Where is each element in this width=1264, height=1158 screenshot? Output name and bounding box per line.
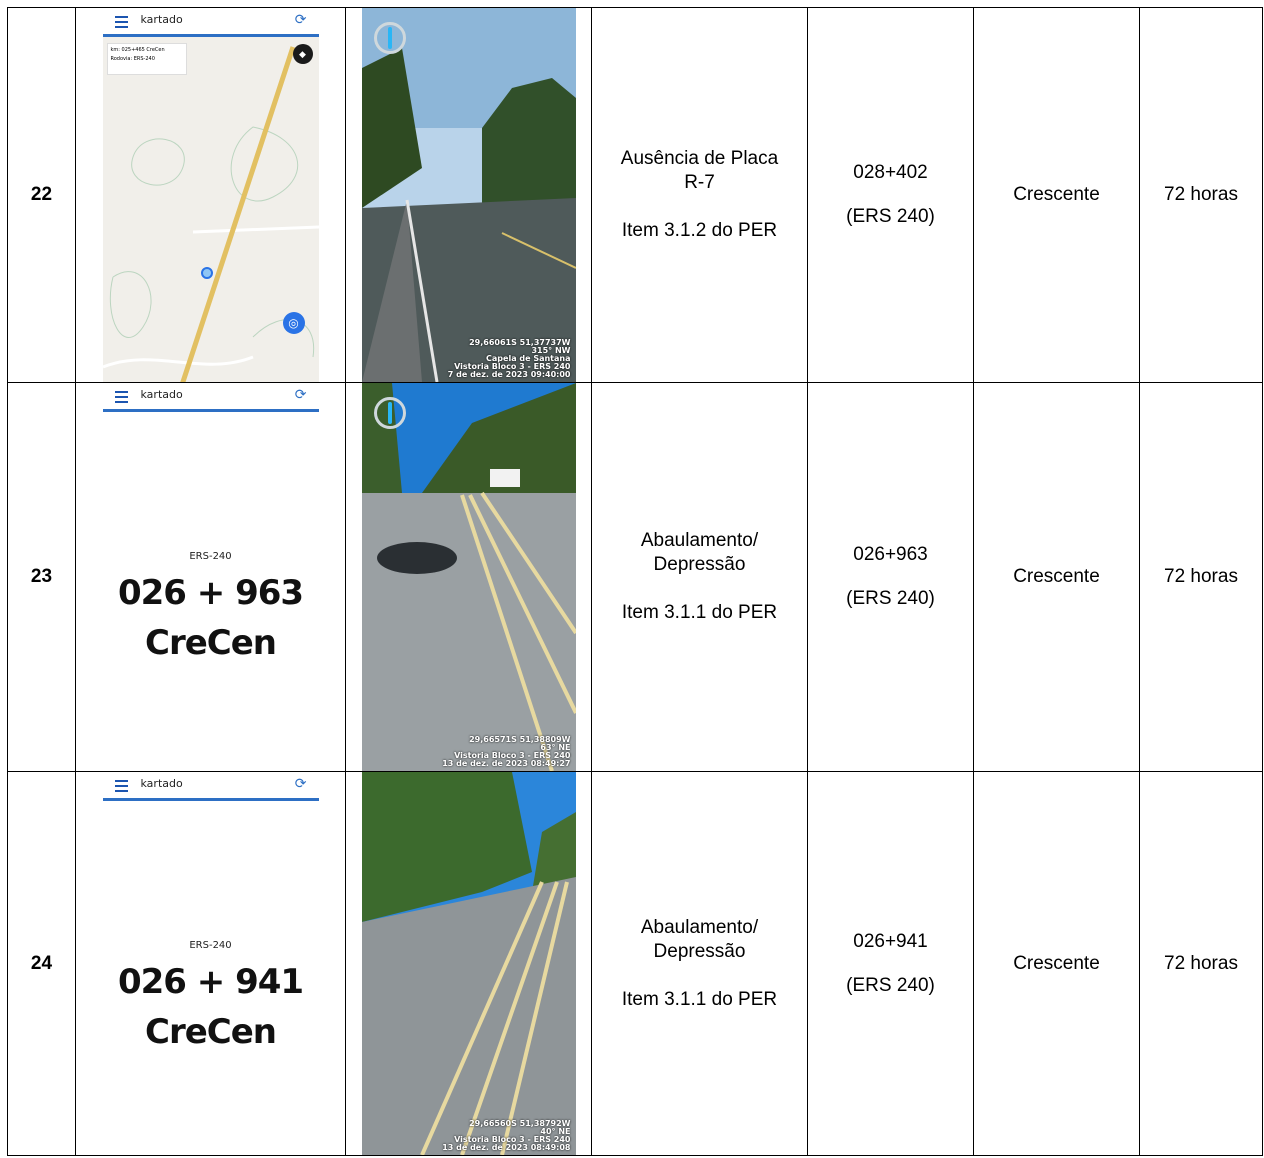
panel-road: ERS-240 — [189, 551, 232, 562]
menu-icon — [114, 780, 128, 792]
km-cell: 026+941 (ERS 240) — [807, 771, 974, 1156]
panel-road: ERS-240 — [189, 940, 232, 951]
table-row: 22 kartado ⟳ km: 025+465 CreCen Rodovia:… — [7, 7, 1263, 383]
road-photo: 29,66560S 51,38792W 40° NE Vistoria Bloc… — [361, 772, 576, 1155]
map-view: km: 025+465 CreCen Rodovia: ERS-240 ◆ ◎ — [102, 37, 319, 382]
sync-icon: ⟳ — [294, 386, 307, 402]
description-line1: Abaulamento/ — [640, 530, 759, 551]
phone-map-screenshot: kartado ⟳ km: 025+465 CreCen Rodovia: ER… — [102, 8, 319, 382]
description-line2: Depressão — [653, 940, 746, 962]
app-name: kartado — [140, 777, 183, 790]
photo-stamp: 29,66560S 51,38792W 40° NE Vistoria Bloc… — [442, 1119, 571, 1152]
road-photo: 29,66571S 51,38809W 63° NE Vistoria Bloc… — [361, 383, 576, 771]
photo-cell: 29,66061S 51,37737W 315° NW Capela de Sa… — [345, 7, 592, 383]
km-cell: 026+963 (ERS 240) — [807, 382, 974, 772]
km-screenshot-cell: kartado ⟳ ERS-240 026 + 941 CreCen — [75, 771, 346, 1156]
description-cell: Abaulamento/ Depressão Item 3.1.1 do PER — [591, 771, 808, 1156]
description-item: Item 3.1.2 do PER — [621, 220, 778, 241]
item-number: 23 — [7, 382, 76, 772]
km-value: 028+402 — [853, 162, 928, 183]
map-info-box: km: 025+465 CreCen Rodovia: ERS-240 — [106, 43, 187, 75]
description-line2: Depressão — [653, 554, 746, 575]
app-bar: kartado ⟳ — [102, 772, 319, 801]
table-row: 23 kartado ⟳ ERS-240 026 + 963 CreCen 29… — [7, 382, 1263, 772]
road-value: (ERS 240) — [846, 206, 935, 227]
description-line2: R-7 — [684, 172, 715, 193]
km-screenshot-cell: kartado ⟳ ERS-240 026 + 963 CreCen — [75, 382, 346, 772]
description-item: Item 3.1.1 do PER — [621, 988, 778, 1010]
road-photo-svg — [361, 8, 576, 382]
road-photo: 29,66061S 51,37737W 315° NW Capela de Sa… — [361, 8, 576, 382]
photo-stamp: 29,66061S 51,37737W 315° NW Capela de Sa… — [447, 338, 571, 379]
direction-cell: Crescente — [973, 382, 1140, 772]
km-cell: 028+402 (ERS 240) — [807, 7, 974, 383]
photo-cell: 29,66560S 51,38792W 40° NE Vistoria Bloc… — [345, 771, 592, 1156]
phone-km-screenshot: kartado ⟳ ERS-240 026 + 963 CreCen — [102, 383, 319, 771]
description-item: Item 3.1.1 do PER — [621, 602, 778, 623]
app-bar: kartado ⟳ — [102, 383, 319, 412]
locate-icon[interactable]: ◎ — [282, 312, 305, 334]
direction-cell: Crescente — [973, 771, 1140, 1156]
km-value: 026+941 — [853, 930, 928, 952]
table-row: 24 kartado ⟳ ERS-240 026 + 941 CreCen 29… — [7, 771, 1263, 1156]
panel-direction: CreCen — [145, 623, 277, 663]
road-value: (ERS 240) — [846, 588, 935, 609]
map-screenshot-cell: kartado ⟳ km: 025+465 CreCen Rodovia: ER… — [75, 7, 346, 383]
road-value: (ERS 240) — [846, 974, 935, 996]
road-photo-svg — [361, 772, 576, 1155]
photo-stamp: 29,66571S 51,38809W 63° NE Vistoria Bloc… — [442, 735, 571, 768]
description-cell: Abaulamento/ Depressão Item 3.1.1 do PER — [591, 382, 808, 772]
panel-direction: CreCen — [145, 1012, 277, 1052]
deadline-cell: 72 horas — [1139, 7, 1263, 383]
sync-icon: ⟳ — [294, 11, 307, 27]
compass-icon[interactable]: ◆ — [292, 44, 313, 64]
map-info-km: km: 025+465 CreCen — [110, 47, 165, 53]
deadline-cell: 72 horas — [1139, 771, 1263, 1156]
menu-icon — [114, 16, 128, 28]
panel-km: 026 + 963 — [117, 573, 304, 613]
phone-km-screenshot: kartado ⟳ ERS-240 026 + 941 CreCen — [102, 772, 319, 1155]
deadline-cell: 72 horas — [1139, 382, 1263, 772]
app-name: kartado — [140, 388, 183, 401]
photo-cell: 29,66571S 51,38809W 63° NE Vistoria Bloc… — [345, 382, 592, 772]
road-photo-svg — [361, 383, 576, 771]
map-info-road: Rodovia: ERS-240 — [110, 56, 155, 62]
app-bar: kartado ⟳ — [102, 8, 319, 37]
compass-icon — [373, 397, 406, 429]
app-name: kartado — [140, 13, 183, 26]
item-number: 22 — [7, 7, 76, 383]
description-line1: Abaulamento/ — [640, 916, 759, 938]
km-value: 026+963 — [853, 544, 928, 565]
sync-icon: ⟳ — [294, 775, 307, 791]
panel-km: 026 + 941 — [117, 962, 304, 1002]
item-number: 24 — [7, 771, 76, 1156]
description-line1: Ausência de Placa — [620, 148, 779, 169]
description-cell: Ausência de Placa R-7 Item 3.1.2 do PER — [591, 7, 808, 383]
compass-icon — [373, 22, 406, 54]
menu-icon — [114, 391, 128, 403]
inspection-table: 22 kartado ⟳ km: 025+465 CreCen Rodovia:… — [7, 7, 1263, 1156]
direction-cell: Crescente — [973, 7, 1140, 383]
